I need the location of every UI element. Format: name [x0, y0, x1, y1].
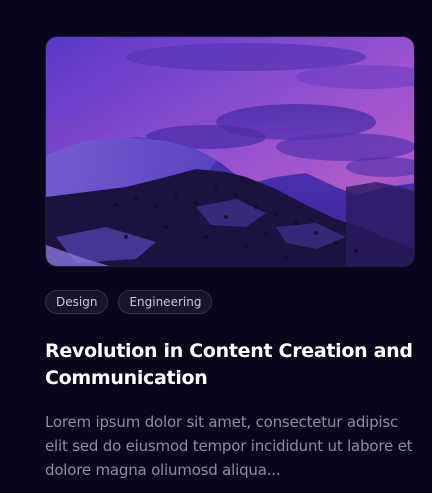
tag-list: Design Engineering: [45, 290, 415, 314]
tag-design[interactable]: Design: [45, 290, 109, 314]
blog-post-card[interactable]: Design Engineering Revolution in Content…: [45, 36, 415, 482]
post-thumbnail[interactable]: [45, 36, 415, 267]
post-title[interactable]: Revolution in Content Creation and Commu…: [45, 338, 415, 392]
post-excerpt: Lorem ipsum dolor sit amet, consectetur …: [45, 413, 413, 479]
tag-engineering[interactable]: Engineering: [118, 290, 213, 314]
mountain-landscape-image: [46, 37, 414, 266]
